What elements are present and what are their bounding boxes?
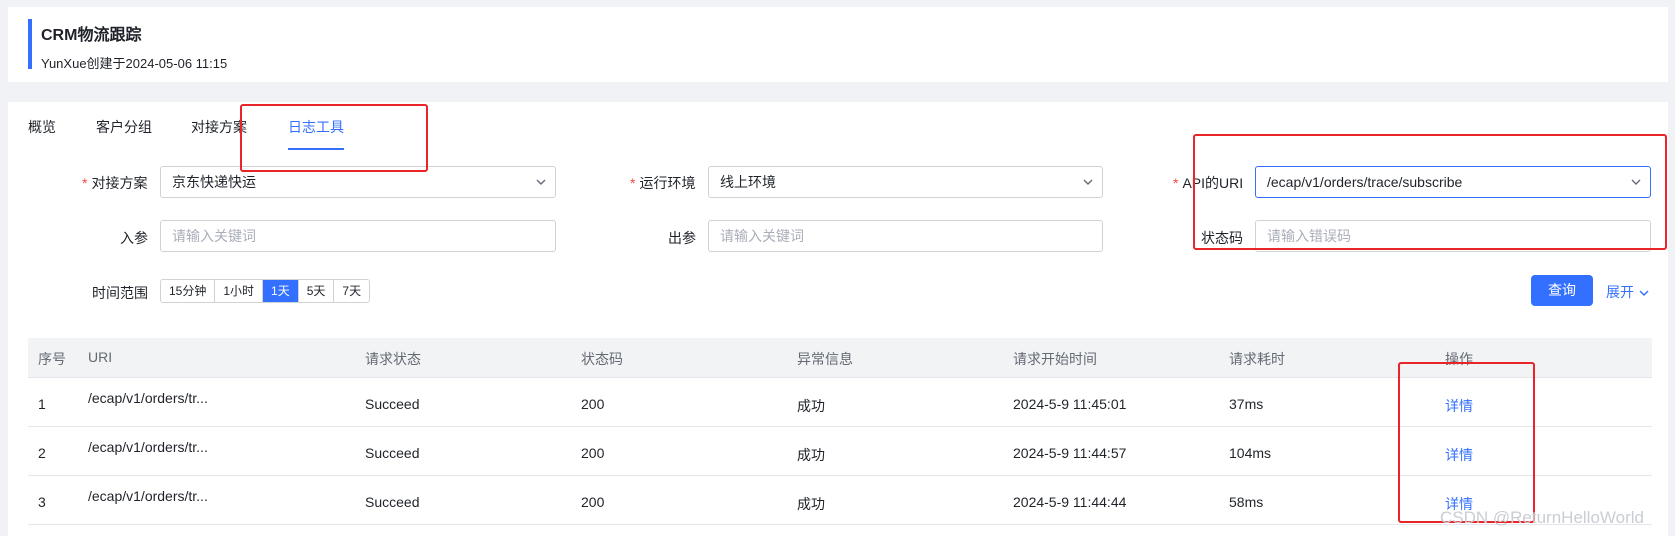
- table-header: 序号 URI 请求状态 状态码 异常信息 请求开始时间 请求耗时 操作: [28, 338, 1652, 378]
- status-code-placeholder: 请输入错误码: [1267, 228, 1351, 244]
- cell-status: Succeed: [365, 445, 420, 461]
- chevron-down-icon: [1639, 290, 1649, 297]
- input-param-field[interactable]: 请输入关键词: [160, 220, 556, 252]
- cell-duration: 104ms: [1229, 445, 1272, 461]
- api-uri-label: * API的URI: [1173, 175, 1244, 191]
- status-code-label: 状态码: [1201, 230, 1243, 246]
- cell-uri: /ecap/v1/orders/tr...: [88, 390, 208, 406]
- output-param-label: 出参: [668, 230, 696, 246]
- chevron-down-icon: [1083, 179, 1093, 185]
- cell-uri: /ecap/v1/orders/tr...: [88, 439, 208, 455]
- col-uri: URI: [88, 349, 113, 365]
- project-title: CRM物流跟踪: [41, 27, 142, 44]
- status-code-field[interactable]: 请输入错误码: [1255, 220, 1651, 252]
- col-code: 状态码: [581, 351, 623, 367]
- time-range-segmented: 15分钟 1小时 1天 5天 7天: [160, 279, 371, 303]
- cell-start-time: 2024-5-9 11:45:01: [1013, 396, 1127, 412]
- env-select[interactable]: 线上环境: [708, 166, 1103, 198]
- cell-duration: 37ms: [1229, 396, 1264, 412]
- env-label: * 运行环境: [630, 175, 696, 191]
- watermark: CSDN @ReturnHelloWorld: [1440, 508, 1644, 527]
- table-row: 3 /ecap/v1/orders/tr... Succeed 200 成功 2…: [28, 476, 1652, 525]
- cell-message: 成功: [797, 496, 825, 512]
- time-range-1d[interactable]: 1天: [263, 280, 299, 302]
- time-range-label: 时间范围: [92, 285, 148, 301]
- cell-message: 成功: [797, 398, 825, 414]
- time-range-7d[interactable]: 7天: [334, 280, 370, 302]
- cell-code: 200: [581, 445, 605, 461]
- col-start-time: 请求开始时间: [1013, 351, 1097, 367]
- tab-customer-group[interactable]: 客户分组: [96, 117, 152, 137]
- col-action: 操作: [1445, 351, 1473, 367]
- expand-link[interactable]: 展开: [1606, 282, 1650, 302]
- api-uri-select-value: /ecap/v1/orders/trace/subscribe: [1267, 174, 1463, 190]
- output-param-field[interactable]: 请输入关键词: [708, 220, 1103, 252]
- time-range-15min[interactable]: 15分钟: [161, 280, 216, 302]
- tab-log-tool[interactable]: 日志工具: [288, 117, 344, 137]
- time-range-1h[interactable]: 1小时: [215, 280, 264, 302]
- cell-index: 2: [38, 445, 46, 461]
- tab-integration-plan[interactable]: 对接方案: [191, 117, 247, 137]
- time-range-5d[interactable]: 5天: [298, 280, 335, 302]
- query-button[interactable]: 查询: [1531, 275, 1593, 306]
- env-select-value: 线上环境: [720, 174, 776, 190]
- cell-code: 200: [581, 396, 605, 412]
- project-subtitle: YunXue创建于2024-05-06 11:15: [41, 56, 228, 71]
- col-message: 异常信息: [797, 351, 853, 367]
- active-tab-indicator: [288, 148, 344, 150]
- cell-status: Succeed: [365, 494, 420, 510]
- col-duration: 请求耗时: [1229, 351, 1285, 367]
- cell-index: 1: [38, 396, 46, 412]
- detail-link[interactable]: 详情: [1445, 396, 1473, 416]
- cell-start-time: 2024-5-9 11:44:57: [1013, 445, 1127, 461]
- plan-select-value: 京东快递快运: [172, 174, 256, 190]
- table-row: 2 /ecap/v1/orders/tr... Succeed 200 成功 2…: [28, 427, 1652, 476]
- cell-uri: /ecap/v1/orders/tr...: [88, 488, 208, 504]
- detail-link[interactable]: 详情: [1445, 445, 1473, 465]
- col-status: 请求状态: [365, 351, 421, 367]
- api-uri-select[interactable]: /ecap/v1/orders/trace/subscribe: [1255, 166, 1651, 198]
- input-param-placeholder: 请输入关键词: [172, 228, 256, 244]
- chevron-down-icon: [1631, 179, 1641, 185]
- chevron-down-icon: [536, 179, 546, 185]
- cell-start-time: 2024-5-9 11:44:44: [1013, 494, 1127, 510]
- header-accent-bar: [28, 19, 32, 69]
- cell-status: Succeed: [365, 396, 420, 412]
- plan-select[interactable]: 京东快递快运: [160, 166, 556, 198]
- cell-code: 200: [581, 494, 605, 510]
- output-param-placeholder: 请输入关键词: [720, 228, 804, 244]
- cell-duration: 58ms: [1229, 494, 1264, 510]
- tab-overview[interactable]: 概览: [28, 117, 56, 137]
- table-row: 1 /ecap/v1/orders/tr... Succeed 200 成功 2…: [28, 378, 1652, 427]
- project-header: CRM物流跟踪 YunXue创建于2024-05-06 11:15: [8, 7, 1668, 82]
- input-param-label: 入参: [120, 230, 148, 246]
- log-table: 序号 URI 请求状态 状态码 异常信息 请求开始时间 请求耗时 操作 1 /e…: [28, 338, 1652, 525]
- col-index: 序号: [38, 351, 66, 367]
- expand-label: 展开: [1606, 284, 1634, 300]
- cell-message: 成功: [797, 447, 825, 463]
- cell-index: 3: [38, 494, 46, 510]
- plan-label: * 对接方案: [82, 175, 148, 191]
